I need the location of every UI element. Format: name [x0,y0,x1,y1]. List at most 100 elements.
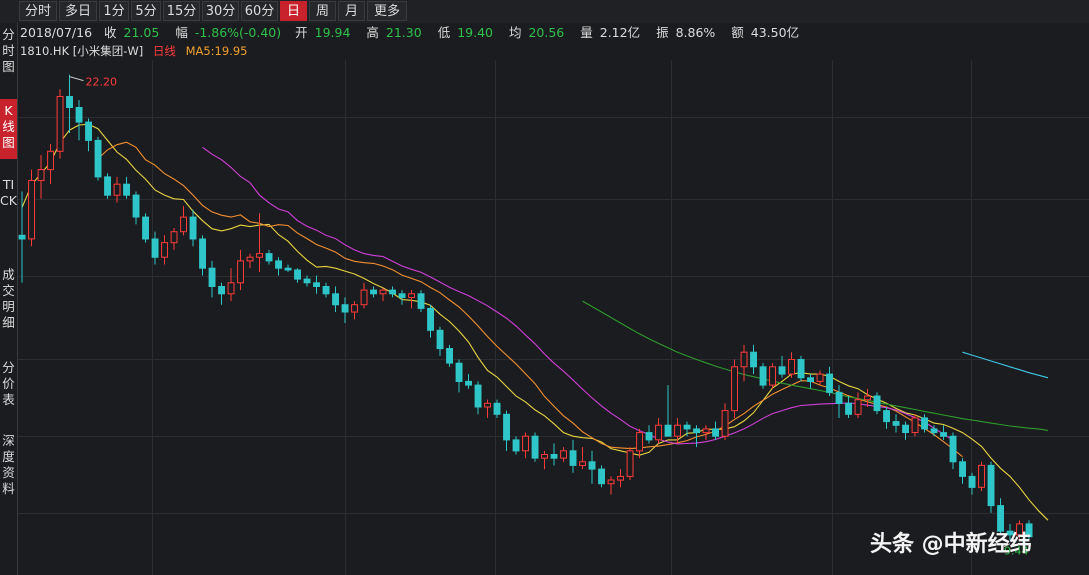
candle-13 [142,213,149,243]
candle-body [731,366,738,412]
candle-94 [911,414,919,437]
candle-55 [541,450,548,470]
high-label: 高 [366,25,379,40]
candle-body [427,307,435,331]
candle-22 [227,268,235,302]
candle-35 [351,301,359,320]
candle-body [807,377,814,382]
candle-17 [180,206,188,236]
candle-body [484,402,492,408]
candle-body [455,362,463,383]
candle-100 [968,472,976,495]
candle-body [835,391,843,404]
candle-body [636,432,643,452]
candle-16 [170,228,178,250]
candle-body [199,238,207,269]
candle-27 [275,257,283,276]
candle-body [218,286,226,295]
candle-body [617,475,624,481]
candle-4 [56,89,64,159]
tab-2[interactable]: 1分 [99,1,129,21]
candle-body [142,216,149,240]
candle-body [37,169,45,182]
candle-85 [826,366,833,397]
change-label: 幅 [175,25,188,40]
candle-body [683,424,691,430]
tab-3[interactable]: 5分 [131,1,161,21]
tab-5[interactable]: 30分 [202,1,239,21]
candle-8 [94,136,102,181]
candle-38 [379,288,387,302]
candle-34 [341,297,349,323]
candle-body [949,435,957,463]
candle-body [940,432,947,437]
candle-20 [208,260,216,298]
candle-body [389,289,397,295]
amount-label: 额 [731,25,744,40]
candle-body [550,454,558,459]
sidebar-item-2[interactable]: TICK [0,173,17,249]
candle-30 [303,275,311,287]
candle-70 [683,421,691,437]
tab-1[interactable]: 多日 [59,1,97,21]
tab-9[interactable]: 月 [338,1,365,21]
tab-4[interactable]: 15分 [163,1,200,21]
candle-body [921,417,928,430]
open-label: 开 [295,25,308,40]
tab-7[interactable]: 日 [280,1,307,21]
candle-25 [256,213,264,272]
candle-63 [617,469,624,488]
candle-body [664,424,672,437]
candle-body [284,267,292,271]
candle-41 [408,290,416,309]
kline-chart[interactable]: 22.209.44 [18,60,1089,575]
candle-body [740,351,748,368]
symbol-bar: 1810.HK [小米集团-W] 日线 MA5:19.95 [20,43,247,59]
candle-23 [237,249,245,291]
candle-1 [28,169,36,247]
candle-body [246,256,254,262]
period-tabs: 分时 多日 1分 5分 15分 30分 60分日周月更多 [0,0,1089,23]
candle-10 [113,176,121,203]
close-value: 21.05 [123,25,160,40]
candle-body [123,183,130,196]
candle-body [104,176,111,196]
volume-value: 2.12亿 [599,25,641,40]
sidebar-item-0[interactable]: 分时图 [0,23,17,83]
candle-59 [579,447,586,470]
candle-19 [199,235,207,276]
candle-body [493,402,501,415]
candle-31 [313,275,321,294]
sidebar-item-4[interactable]: 分价表 [0,356,17,416]
candle-83 [807,374,814,389]
candle-40 [398,290,406,305]
sidebar-item-1[interactable]: K线图 [0,99,17,159]
tab-6[interactable]: 60分 [241,1,278,21]
sidebar-item-5[interactable]: 深度资料 [0,429,17,505]
candle-68 [664,385,672,437]
candle-body [655,424,662,441]
candle-body [113,183,121,196]
close-label: 收 [104,25,117,40]
candle-102 [987,461,995,513]
tab-8[interactable]: 周 [309,1,336,21]
candle-body [588,461,596,470]
tab-10[interactable]: 更多 [367,1,407,21]
max-pointer [69,76,84,82]
candle-body [436,329,444,350]
candle-42 [417,290,425,313]
watermark: 头条 @中新经纬 [870,532,1032,557]
sidebar-item-3[interactable]: 成交明细 [0,263,17,339]
candle-body [379,289,387,295]
candle-body [208,267,216,287]
candle-81 [788,352,795,378]
candle-46 [455,359,463,393]
tab-0[interactable]: 分时 [19,1,57,21]
candle-body [826,373,833,393]
candle-body [987,464,995,507]
candle-48 [474,381,482,415]
candle-body [398,293,406,299]
candle-52 [512,436,520,455]
candle-3 [47,144,55,185]
candle-87 [845,396,852,418]
